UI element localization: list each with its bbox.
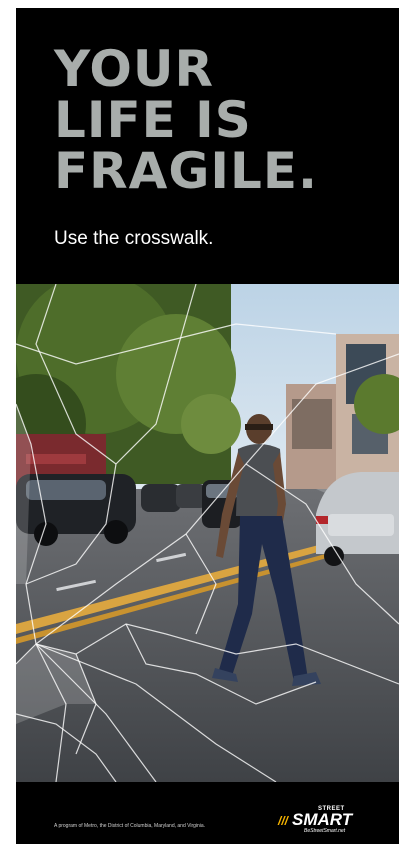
street-smart-logo[interactable]: STREET /// SMART BeStreetSmart.net (278, 806, 368, 834)
headline-line-1: YOUR (54, 40, 215, 98)
logo-smart: SMART (292, 810, 353, 829)
poster: YOUR LIFE IS FRAGILE. Use the crosswalk. (16, 8, 399, 844)
headline: YOUR LIFE IS FRAGILE. (54, 44, 318, 197)
pedestrian-crossing-photo-icon (16, 284, 399, 782)
logo-bars-icon: /// (278, 814, 289, 828)
subhead: Use the crosswalk. (54, 228, 214, 249)
headline-line-2: LIFE IS (54, 91, 252, 149)
footer-credit: A program of Metro, the District of Colu… (54, 823, 206, 829)
logo-url[interactable]: BeStreetSmart.net (304, 828, 345, 834)
street-photo (16, 284, 399, 782)
headline-line-3: FRAGILE. (54, 142, 319, 200)
